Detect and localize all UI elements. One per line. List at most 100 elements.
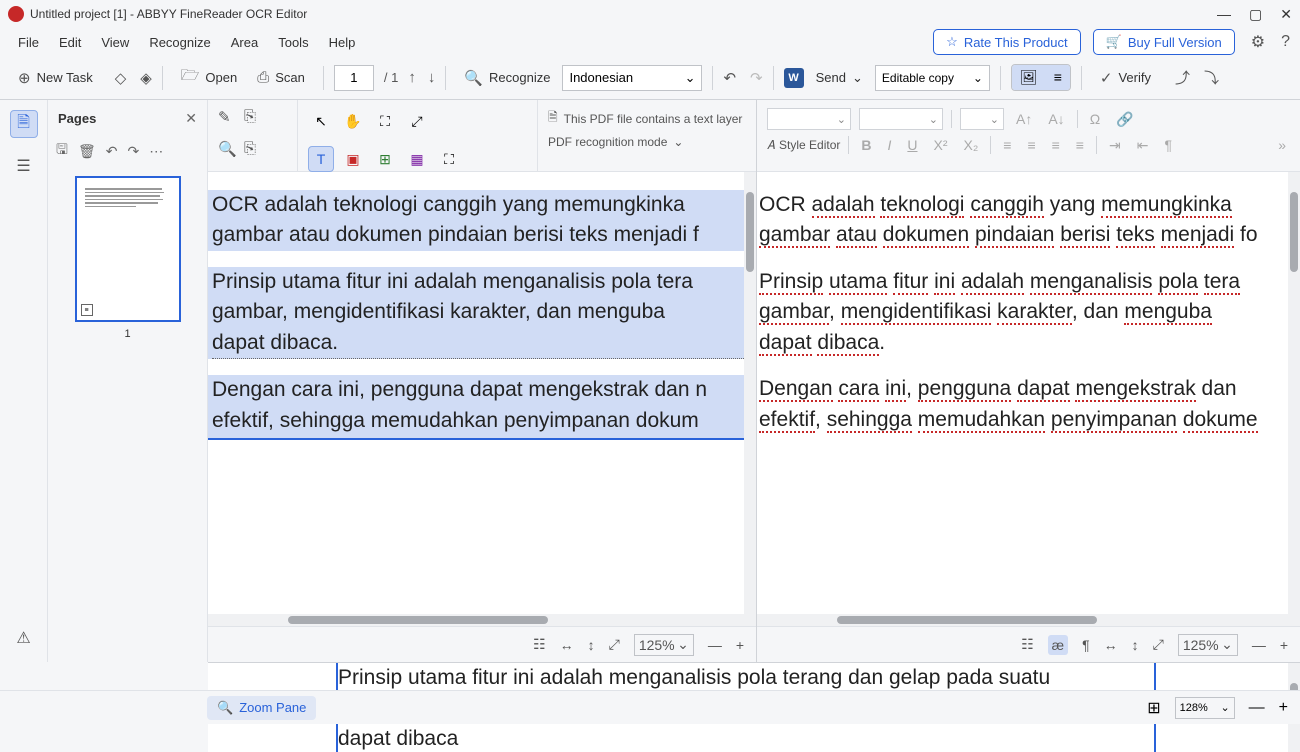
redo-icon[interactable]: ↷	[127, 143, 139, 160]
pointer-tool[interactable]: ↖	[308, 108, 334, 134]
underline-icon[interactable]: U	[903, 137, 921, 153]
horizontal-scrollbar[interactable]	[208, 614, 756, 626]
arrow-up-icon[interactable]: ⤴	[1175, 67, 1190, 88]
align-left-icon[interactable]: ≡	[999, 137, 1015, 153]
bold-icon[interactable]: B	[857, 137, 875, 153]
zoom-pane-button[interactable]: 🔍 Zoom Pane	[207, 696, 316, 720]
style-editor-button[interactable]: 𝐴 Style Editor	[767, 138, 840, 153]
menu-view[interactable]: View	[93, 31, 137, 54]
subscript-icon[interactable]: X₂	[960, 137, 983, 153]
vertical-scrollbar[interactable]	[744, 172, 756, 614]
list-mode-icon[interactable]: ☰	[10, 152, 38, 180]
fit-screen-icon[interactable]: ⤢	[609, 636, 620, 653]
menu-help[interactable]: Help	[321, 31, 364, 54]
open-button[interactable]: 🗁 Open	[173, 61, 245, 94]
horizontal-scrollbar[interactable]	[757, 614, 1300, 626]
crop-tool[interactable]: ⛶	[372, 108, 398, 134]
fit-width-icon[interactable]: ↔	[1104, 637, 1118, 653]
outdent-icon[interactable]: ⇤	[1133, 137, 1153, 154]
zoom-in-icon[interactable]: +	[1280, 637, 1288, 653]
vertical-scrollbar[interactable]	[1288, 172, 1300, 614]
undo-icon[interactable]: ↶	[106, 143, 118, 160]
superscript-icon[interactable]: X²	[930, 137, 952, 153]
new-task-button[interactable]: ⊕ New Task	[10, 65, 101, 91]
menu-recognize[interactable]: Recognize	[141, 31, 218, 54]
minimize-button[interactable]: —	[1217, 6, 1231, 22]
layers-icon[interactable]: ◇	[115, 69, 127, 87]
grid-icon[interactable]: ⊞	[1147, 698, 1160, 718]
edit-image-icon[interactable]: ✎	[218, 108, 236, 132]
expand-tool[interactable]: ⤢	[404, 108, 430, 134]
page-number-input[interactable]	[334, 65, 374, 91]
close-pages-icon[interactable]: ✕	[185, 110, 197, 127]
toc-icon[interactable]: ☷	[533, 636, 546, 653]
text-area-tool[interactable]: T	[308, 146, 334, 172]
zoom-out-icon[interactable]: —	[708, 637, 722, 653]
fit-width-icon[interactable]: ↔	[560, 637, 574, 653]
hand-tool[interactable]: ✋	[340, 108, 366, 134]
page-mode-icon[interactable]: 🗎	[10, 110, 38, 138]
delete-icon[interactable]: 🗑	[78, 143, 96, 160]
text-view-toggle[interactable]: ≡	[1046, 65, 1070, 90]
find-icon[interactable]: 🔍	[218, 140, 236, 164]
omega-icon[interactable]: Ω	[1086, 111, 1104, 127]
verify-button[interactable]: ✓ Verify	[1092, 65, 1159, 91]
rate-product-button[interactable]: ☆ Rate This Product	[933, 29, 1080, 55]
copy-icon[interactable]: ⎘	[244, 140, 262, 164]
save-icon[interactable]: 🖫	[56, 139, 68, 163]
document-image-view[interactable]: OCR adalah teknologi canggih yang memung…	[208, 172, 756, 440]
language-input[interactable]	[569, 70, 669, 85]
background-area-tool[interactable]: ▦	[404, 146, 430, 172]
undo-icon[interactable]: ↶	[723, 69, 736, 87]
more-formatting-icon[interactable]: »	[1274, 137, 1290, 153]
font-style-select[interactable]: ⌄	[859, 108, 943, 130]
align-center-icon[interactable]: ≡	[1023, 137, 1039, 153]
menu-area[interactable]: Area	[223, 31, 266, 54]
menu-tools[interactable]: Tools	[270, 31, 316, 54]
word-icon[interactable]: W	[784, 68, 804, 88]
zoom-out-icon[interactable]: —	[1252, 637, 1266, 653]
redo-icon[interactable]: ↷	[750, 69, 763, 87]
align-right-icon[interactable]: ≡	[1048, 137, 1064, 153]
copy-image-icon[interactable]: ⎘	[244, 108, 262, 132]
text-editor-view[interactable]: OCR adalah teknologi canggih yang memung…	[757, 172, 1300, 614]
font-size-select[interactable]: ⌄	[960, 108, 1004, 130]
link-icon[interactable]: 🔗	[1112, 111, 1137, 128]
close-button[interactable]: ✕	[1280, 6, 1292, 23]
table-area-tool[interactable]: ⊞	[372, 146, 398, 172]
warning-icon[interactable]: ⚠	[10, 624, 38, 652]
menu-file[interactable]: File	[10, 31, 47, 54]
pilcrow-icon[interactable]: ¶	[1082, 637, 1090, 653]
decrease-font-icon[interactable]: A↓	[1044, 111, 1068, 127]
fit-height-icon[interactable]: ↕	[1132, 637, 1139, 653]
pdf-mode-label[interactable]: PDF recognition mode	[548, 135, 667, 149]
picture-area-tool[interactable]: ▣	[340, 146, 366, 172]
font-select[interactable]: ⌄	[767, 108, 851, 130]
zoom-in-icon[interactable]: +	[736, 637, 744, 653]
image-view-toggle[interactable]: 🖼	[1012, 65, 1046, 90]
zoom-select[interactable]: 125%⌄	[1178, 634, 1238, 656]
arrow-down-icon[interactable]: ⤵	[1204, 67, 1219, 88]
zoom-in-icon[interactable]: +	[1279, 699, 1288, 717]
settings-icon[interactable]: ⚙	[1251, 32, 1265, 52]
zoom-out-icon[interactable]: —	[1249, 699, 1265, 717]
buy-full-version-button[interactable]: 🛒 Buy Full Version	[1093, 29, 1235, 55]
copy-mode-select[interactable]: Editable copy ⌄	[875, 65, 990, 91]
maximize-button[interactable]: ▢	[1249, 6, 1262, 23]
menu-edit[interactable]: Edit	[51, 31, 89, 54]
fullscreen-tool[interactable]: ⛶	[436, 146, 462, 172]
italic-icon[interactable]: I	[883, 137, 895, 153]
chevron-down-icon[interactable]: ⌄	[673, 135, 683, 149]
help-icon[interactable]: ?	[1281, 33, 1290, 51]
zoom-select[interactable]: 128%⌄	[1175, 697, 1235, 719]
fit-screen-icon[interactable]: ⤢	[1153, 636, 1164, 653]
layers2-icon[interactable]: ◈	[140, 69, 152, 87]
page-thumbnail[interactable]: ≡	[75, 176, 181, 322]
fit-height-icon[interactable]: ↕	[588, 637, 595, 653]
more-icon[interactable]: ⋯	[149, 143, 163, 160]
toc-icon[interactable]: ☷	[1021, 636, 1034, 653]
spellcheck-icon[interactable]: æ	[1048, 635, 1068, 655]
send-button[interactable]: Send ⌄	[808, 66, 871, 90]
increase-font-icon[interactable]: A↑	[1012, 111, 1036, 127]
scan-button[interactable]: ⎙ Scan	[249, 65, 313, 90]
